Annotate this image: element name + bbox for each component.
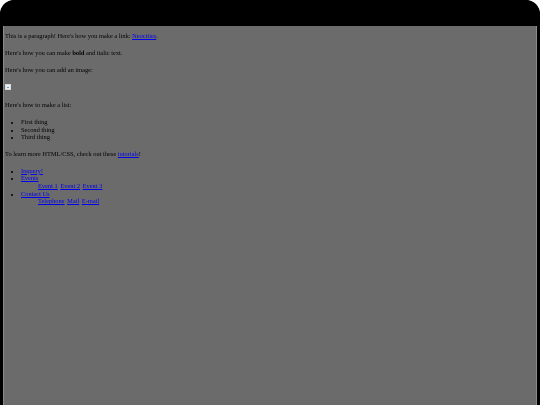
mail-link[interactable]: Mail: [67, 198, 79, 205]
list-item: Third thing: [21, 134, 525, 142]
telephone-link[interactable]: Telephone: [38, 198, 65, 205]
events-link[interactable]: Events: [21, 175, 38, 182]
page-viewport[interactable]: This is a paragraph! Here's how you make…: [3, 26, 537, 405]
list-item: Second thing: [21, 127, 525, 135]
nav-item-events: Events Event 1 Event 2 Event 3: [21, 175, 525, 190]
nav-list: Inquery! Events Event 1 Event 2 Event 3 …: [5, 168, 525, 206]
event-2-link[interactable]: Event 2: [60, 183, 80, 190]
inquiry-link[interactable]: Inquery!: [21, 168, 43, 175]
contact-submenu: Telephone Mail E-mail: [21, 198, 525, 206]
title-bar: [0, 0, 540, 26]
event-1-link[interactable]: Event 1: [38, 183, 58, 190]
page-content: This is a paragraph! Here's how you make…: [5, 33, 525, 206]
tutorials-text: To learn more HTML/CSS, check out these: [5, 150, 118, 158]
browser-frame: This is a paragraph! Here's how you make…: [0, 0, 540, 405]
paragraph-text: This is a paragraph! Here's how you make…: [5, 33, 133, 40]
paragraph-list-intro: Here's how to make a list:: [5, 102, 72, 109]
list-item: First thing: [21, 119, 525, 127]
italic-word: italic: [96, 50, 110, 57]
formatting-middle: and: [84, 50, 97, 57]
email-link[interactable]: E-mail: [82, 198, 99, 205]
formatting-text: Here's how you can make: [5, 50, 73, 57]
tutorials-link[interactable]: tutorials: [118, 151, 139, 158]
tutorials-end: !: [138, 150, 141, 158]
events-submenu: Event 1 Event 2 Event 3: [21, 183, 525, 191]
paragraph-formatting: Here's how you can make bold and italic …: [5, 50, 525, 58]
image-container: [5, 84, 525, 93]
neocities-link[interactable]: Neocities: [132, 33, 156, 40]
formatting-end: text.: [109, 50, 123, 57]
nav-item-contact: Contact Us Telephone Mail E-mail: [21, 191, 525, 206]
things-list: First thing Second thing Third thing: [5, 119, 525, 142]
paragraph-end: .: [156, 33, 158, 40]
paragraph-link: This is a paragraph! Here's how you make…: [5, 33, 525, 41]
nav-item-inquiry: Inquery!: [21, 168, 525, 176]
event-3-link[interactable]: Event 3: [83, 183, 103, 190]
broken-image-icon: [5, 84, 11, 90]
paragraph-image: Here's how you can add an image:: [5, 67, 93, 74]
contact-link[interactable]: Contact Us: [21, 191, 50, 198]
bold-word: bold: [72, 50, 85, 57]
paragraph-tutorials: To learn more HTML/CSS, check out these …: [5, 151, 525, 159]
